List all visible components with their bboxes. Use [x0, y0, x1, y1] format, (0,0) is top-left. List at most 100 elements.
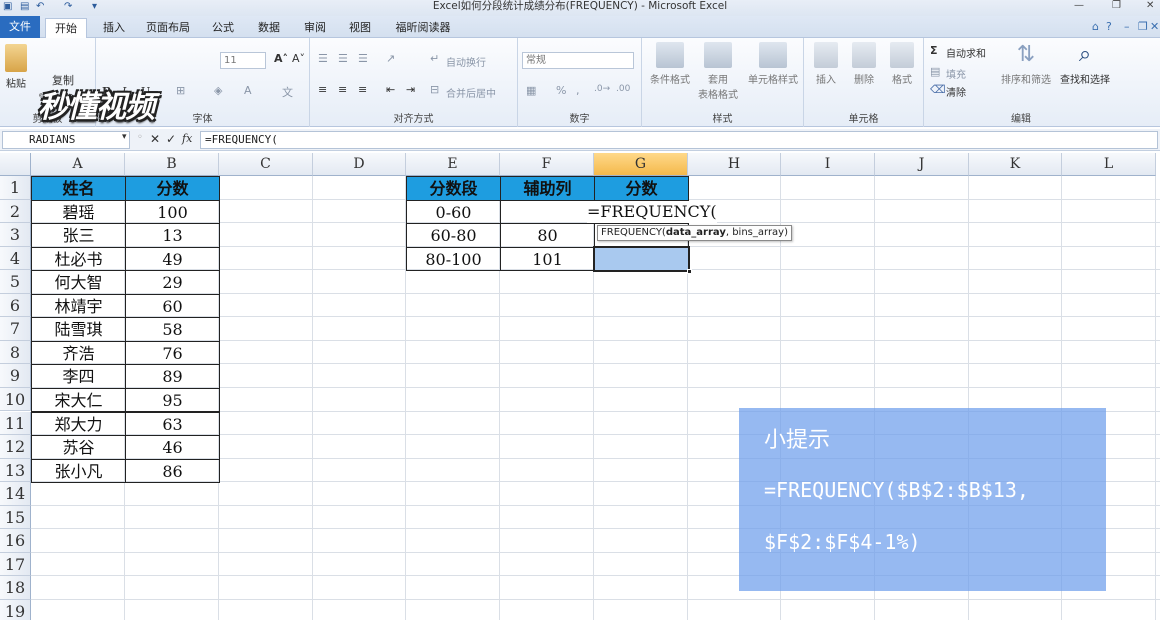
autosum-icon[interactable]: Σ: [930, 44, 938, 57]
row-header-10[interactable]: 10: [0, 387, 31, 412]
restore-icon[interactable]: ❐: [1112, 0, 1121, 11]
score-cell[interactable]: 46: [125, 435, 220, 460]
row-header-4[interactable]: 4: [0, 246, 31, 271]
clear-button[interactable]: 清除: [946, 84, 966, 99]
bin-range-cell[interactable]: 80-100: [406, 246, 501, 272]
merge-center-button[interactable]: 合并后居中: [446, 85, 496, 100]
insert-function-button[interactable]: fx: [182, 132, 192, 145]
phonetic-icon[interactable]: 文: [282, 84, 293, 100]
wrap-text-icon[interactable]: ↵: [430, 52, 439, 65]
column-header-f[interactable]: F: [500, 153, 594, 176]
name-cell[interactable]: 苏谷: [31, 435, 126, 460]
tab-review[interactable]: 审阅: [298, 18, 332, 38]
row-header-8[interactable]: 8: [0, 340, 31, 365]
row-header-15[interactable]: 15: [0, 505, 31, 530]
increase-decimal-icon[interactable]: .0→: [594, 84, 610, 94]
function-tooltip[interactable]: FREQUENCY(data_array, bins_array): [597, 225, 792, 242]
fill-button[interactable]: 填充: [946, 66, 966, 81]
scores-header-0[interactable]: 姓名: [31, 176, 126, 201]
insert-cells-button[interactable]: 插入: [808, 42, 844, 86]
helper-cell[interactable]: 80: [500, 223, 595, 248]
increase-indent-icon[interactable]: ⇥: [406, 83, 415, 96]
row-header-16[interactable]: 16: [0, 529, 31, 553]
cell-styles-button[interactable]: 单元格样式: [744, 42, 802, 86]
row-header-1[interactable]: 1: [0, 176, 31, 200]
row-header-18[interactable]: 18: [0, 576, 31, 600]
score-cell[interactable]: 49: [125, 246, 220, 272]
name-cell[interactable]: 陆雪琪: [31, 317, 126, 342]
cancel-entry-icon[interactable]: ✕: [150, 132, 160, 146]
row-header-14[interactable]: 14: [0, 482, 31, 506]
row-header-13[interactable]: 13: [0, 458, 31, 483]
align-right-icon[interactable]: ≡: [358, 83, 367, 96]
score-cell[interactable]: 100: [125, 199, 220, 225]
helper-cell[interactable]: 101: [500, 246, 595, 272]
number-format-select[interactable]: 常规: [522, 52, 634, 69]
row-header-7[interactable]: 7: [0, 317, 31, 341]
row-header-9[interactable]: 9: [0, 364, 31, 388]
decrease-indent-icon[interactable]: ⇤: [386, 83, 395, 96]
row-header-17[interactable]: 17: [0, 552, 31, 577]
name-box[interactable]: RADIANS: [2, 131, 130, 149]
row-header-6[interactable]: 6: [0, 293, 31, 318]
tab-page-layout[interactable]: 页面布局: [140, 18, 196, 38]
name-cell[interactable]: 林靖宇: [31, 293, 126, 319]
tab-file[interactable]: 文件: [0, 16, 40, 38]
fill-handle[interactable]: [687, 269, 692, 275]
delete-cells-button[interactable]: 删除: [846, 42, 882, 86]
score-cell[interactable]: 86: [125, 458, 220, 484]
name-cell[interactable]: 张小凡: [31, 458, 126, 484]
clear-icon[interactable]: ⌫: [930, 83, 946, 96]
name-cell[interactable]: 李四: [31, 364, 126, 389]
wrap-text-button[interactable]: 自动换行: [446, 54, 486, 69]
column-header-e[interactable]: E: [406, 153, 500, 176]
column-header-l[interactable]: L: [1062, 153, 1156, 176]
row-header-11[interactable]: 11: [0, 411, 31, 436]
paste-button[interactable]: 粘贴: [2, 44, 30, 90]
row-header-12[interactable]: 12: [0, 435, 31, 459]
ribbon-collapse-icon[interactable]: ⌂: [1092, 20, 1099, 33]
tab-insert[interactable]: 插入: [97, 18, 131, 38]
helper-cell[interactable]: [500, 199, 595, 225]
select-all-corner[interactable]: [0, 153, 31, 176]
column-header-a[interactable]: A: [31, 153, 125, 176]
workbook-close-icon[interactable]: ✕: [1150, 20, 1159, 33]
column-header-g[interactable]: G: [594, 153, 688, 176]
find-select-button[interactable]: ⌕ 查找和选择: [1056, 42, 1114, 86]
workbook-minimize-icon[interactable]: –: [1124, 20, 1130, 33]
name-cell[interactable]: 张三: [31, 223, 126, 248]
conditional-format-button[interactable]: 条件格式: [646, 42, 694, 86]
shrink-font-button[interactable]: A˅: [292, 52, 305, 65]
grow-font-button[interactable]: A˄: [274, 52, 288, 65]
column-header-b[interactable]: B: [125, 153, 219, 176]
bin-range-cell[interactable]: 0-60: [406, 199, 501, 225]
score-cell[interactable]: 63: [125, 411, 220, 437]
tab-data[interactable]: 数据: [252, 18, 286, 38]
align-middle-icon[interactable]: ☰: [338, 52, 348, 65]
column-header-c[interactable]: C: [219, 153, 313, 176]
align-bottom-icon[interactable]: ☰: [358, 52, 368, 65]
name-cell[interactable]: 何大智: [31, 270, 126, 295]
autosum-button[interactable]: 自动求和: [946, 45, 986, 60]
fill-color-icon[interactable]: ◈: [214, 84, 222, 97]
comma-button[interactable]: ,: [576, 84, 580, 97]
active-cell-g4[interactable]: [593, 245, 692, 275]
score-cell[interactable]: 13: [125, 223, 220, 248]
format-as-table-button[interactable]: 套用 表格格式: [698, 42, 738, 101]
accounting-format-icon[interactable]: ▦: [526, 84, 536, 97]
row-header-3[interactable]: 3: [0, 223, 31, 247]
name-box-dropdown-icon[interactable]: ▾: [122, 132, 127, 142]
tab-home[interactable]: 开始: [45, 18, 87, 39]
column-header-d[interactable]: D: [313, 153, 406, 176]
percent-button[interactable]: %: [556, 84, 566, 97]
name-cell[interactable]: 杜必书: [31, 246, 126, 272]
tooltip-arg-data-array[interactable]: data_array: [666, 227, 726, 238]
column-header-j[interactable]: J: [875, 153, 969, 176]
score-cell[interactable]: 95: [125, 387, 220, 413]
enter-entry-icon[interactable]: ✓: [166, 132, 176, 146]
row-header-19[interactable]: 19: [0, 599, 31, 620]
align-center-icon[interactable]: ≡: [338, 83, 347, 96]
formula-input[interactable]: =FREQUENCY(: [200, 131, 1158, 149]
bin-range-cell[interactable]: 60-80: [406, 223, 501, 248]
border-icon[interactable]: ⊞: [176, 84, 185, 97]
